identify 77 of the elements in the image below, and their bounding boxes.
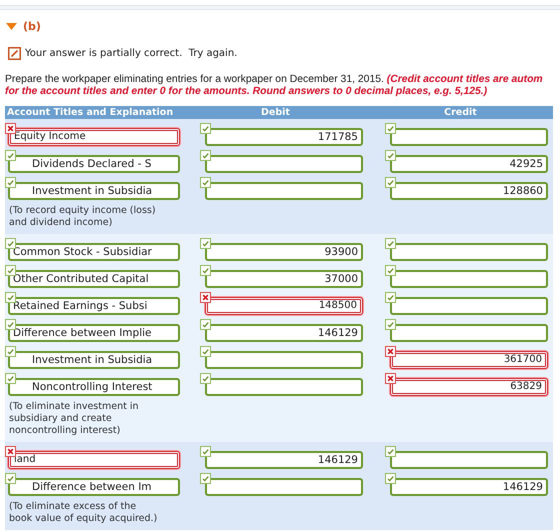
account-field[interactable]: Difference between Im	[8, 478, 180, 496]
collapse-triangle-icon[interactable]	[6, 22, 17, 30]
account-field[interactable]: Investment in Subsidia	[8, 182, 180, 200]
instruction-text: for the account titles and enter 0 for the amounts. Round answers to 0 decimal places, e.g. 5,125.)	[5, 86, 488, 98]
credit-field[interactable]	[390, 243, 548, 261]
entry-explanation: (To record equity income (loss) and dividend income)	[8, 204, 157, 230]
debit-field[interactable]: 171785	[205, 128, 363, 146]
check-icon	[385, 177, 396, 188]
account-field[interactable]: Investment in Subsidia	[8, 351, 180, 369]
account-field[interactable]: Noncontrolling Interest	[8, 378, 180, 396]
debit-field[interactable]	[205, 155, 363, 173]
debit-field[interactable]	[205, 478, 363, 496]
check-icon	[200, 150, 211, 161]
column-header: Credit	[443, 106, 478, 119]
debit-field[interactable]: 146129	[205, 324, 363, 342]
check-icon	[200, 177, 211, 188]
column-header: Account Titles and Explanation	[6, 106, 174, 119]
account-field[interactable]: Retained Earnings - Subsi	[8, 297, 180, 315]
feedback-message: Your answer is partially correct. Try again.	[25, 48, 238, 59]
credit-field[interactable]	[390, 128, 548, 146]
debit-field[interactable]: 148500	[205, 297, 363, 315]
part-label: (b)	[23, 20, 41, 33]
check-icon	[5, 292, 16, 303]
check-icon	[5, 373, 16, 384]
credit-field[interactable]	[390, 324, 548, 342]
check-icon	[5, 177, 16, 188]
check-icon	[200, 473, 211, 484]
check-icon	[5, 150, 16, 161]
check-icon	[5, 238, 16, 249]
account-field[interactable]: Dividends Declared - S	[8, 155, 180, 173]
check-icon	[200, 265, 211, 276]
debit-field[interactable]	[205, 378, 363, 396]
error-icon	[5, 123, 16, 134]
error-icon	[5, 446, 16, 457]
check-icon	[200, 238, 211, 249]
check-icon	[200, 123, 211, 134]
credit-field[interactable]: 42925	[390, 155, 548, 173]
debit-field[interactable]: 93900	[205, 243, 363, 261]
check-icon	[200, 346, 211, 357]
check-icon	[5, 319, 16, 330]
credit-field[interactable]: 361700	[390, 351, 548, 369]
check-icon	[200, 373, 211, 384]
check-icon	[200, 446, 211, 457]
credit-field[interactable]	[390, 451, 548, 469]
column-header: Debit	[260, 106, 291, 119]
entry-explanation: (To eliminate excess of the book value of equity acquired.)	[8, 500, 158, 526]
account-field[interactable]: Difference between Implie	[8, 324, 180, 342]
error-icon	[385, 373, 396, 384]
check-icon	[200, 319, 211, 330]
check-icon	[5, 473, 16, 484]
account-field[interactable]: Common Stock - Subsidiar	[8, 243, 180, 261]
credit-field[interactable]: 128860	[390, 182, 548, 200]
credit-field[interactable]	[390, 270, 548, 288]
check-icon	[385, 123, 396, 134]
account-field[interactable]: Equity Income	[8, 128, 180, 146]
check-icon	[5, 346, 16, 357]
check-icon	[385, 265, 396, 276]
check-icon	[385, 150, 396, 161]
check-icon	[385, 446, 396, 457]
check-icon	[385, 292, 396, 303]
check-icon	[5, 265, 16, 276]
pencil-icon	[8, 47, 21, 60]
debit-field[interactable]: 37000	[205, 270, 363, 288]
check-icon	[385, 319, 396, 330]
credit-field[interactable]: 146129	[390, 478, 548, 496]
error-icon	[200, 292, 211, 303]
credit-field[interactable]	[390, 297, 548, 315]
error-icon	[385, 346, 396, 357]
instruction-text: Prepare the workpaper eliminating entries for a workpaper on December 31, 2015. (Credit account titles are autom	[5, 74, 544, 86]
check-icon	[385, 238, 396, 249]
debit-field[interactable]	[205, 182, 363, 200]
debit-field[interactable]: 146129	[205, 451, 363, 469]
debit-field[interactable]	[205, 351, 363, 369]
credit-field[interactable]: 63829	[390, 378, 548, 396]
check-icon	[385, 473, 396, 484]
entry-explanation: (To eliminate investment in subsidiary and create noncontrolling interest)	[8, 400, 140, 438]
account-field[interactable]: Other Contributed Capital	[8, 270, 180, 288]
